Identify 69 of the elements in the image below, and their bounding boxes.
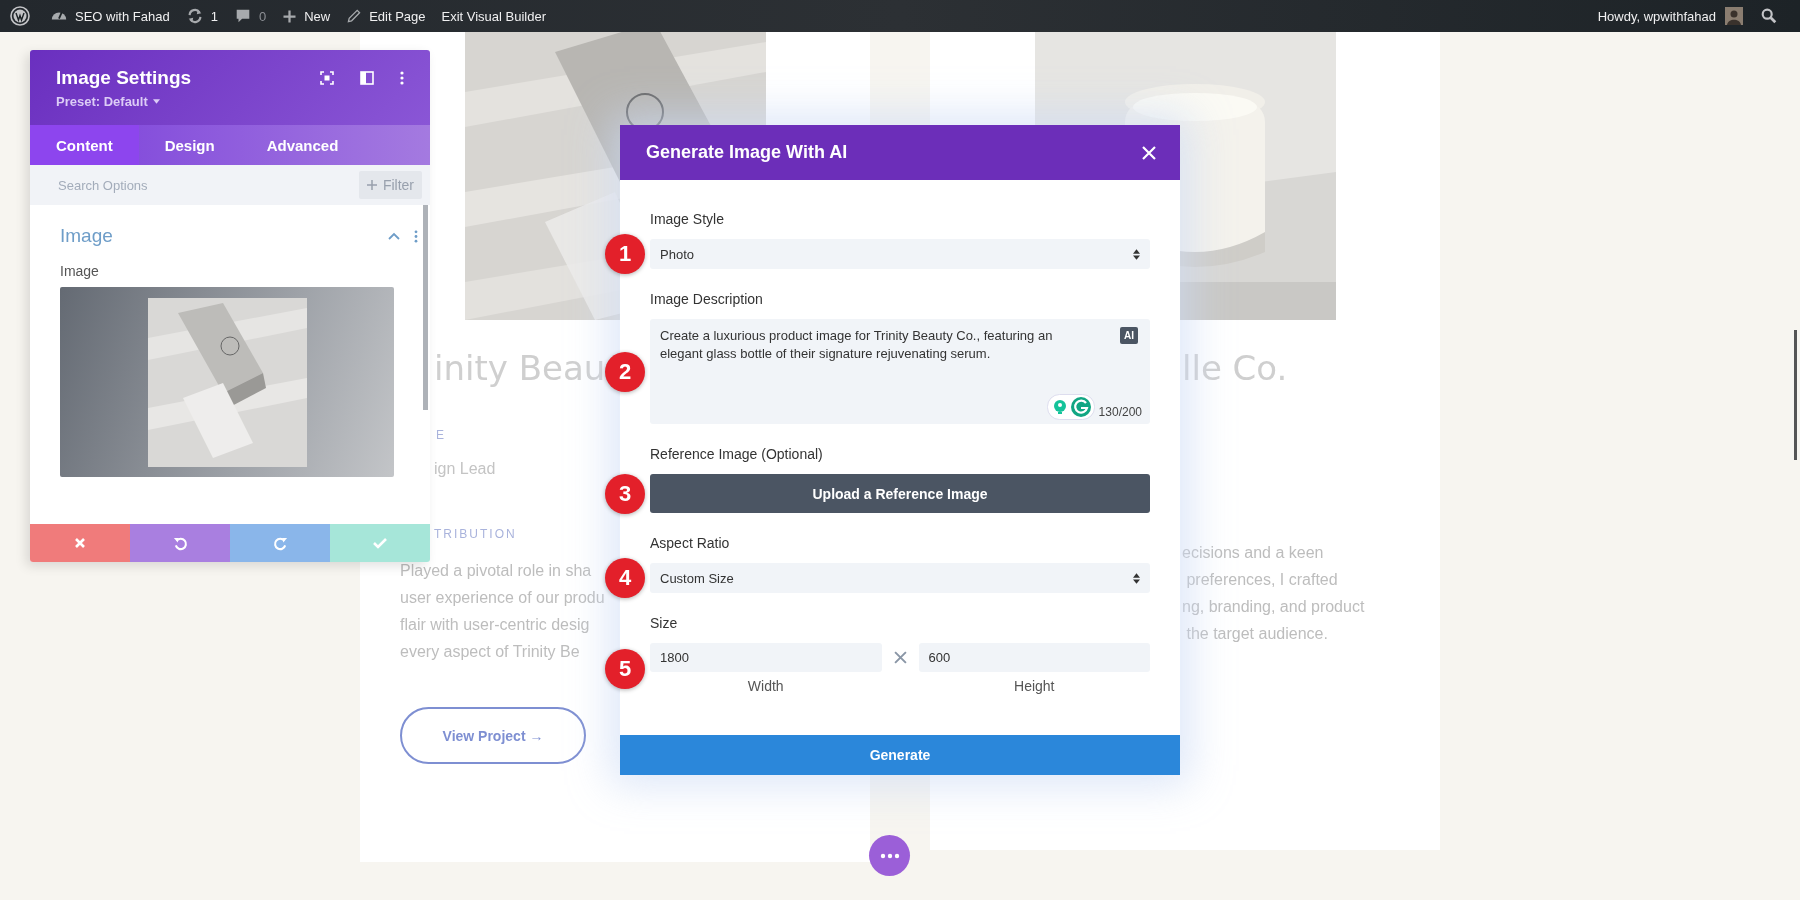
character-counter: 130/200 [1098,404,1142,420]
step-marker: 4 [605,558,645,598]
paragraph-line: ecisions and a keen [1182,543,1324,563]
avatar-icon[interactable] [1725,7,1743,25]
project-label: E [436,427,446,443]
field-label: Size [650,614,679,633]
step-marker: 2 [605,351,645,392]
upload-button[interactable]: Upload a Reference Image [650,474,1150,513]
preset-dropdown[interactable]: Preset: Default [56,94,160,109]
caret-icon [152,99,160,104]
more-icon[interactable] [414,229,418,243]
paragraph-line: the target audience. [1185,624,1328,644]
height-field[interactable]: 600 [918,643,1150,672]
panel-tab[interactable]: Advanced [240,125,365,165]
generate-button[interactable]: Generate [620,735,1180,775]
paragraph-line: user experience of our produ [400,588,605,608]
field-caption: Height [1014,678,1055,694]
sidebar-icon[interactable] [360,71,374,85]
assistant-icon[interactable] [1046,394,1095,420]
pencil-icon [346,8,363,24]
paragraph-line: Played a pivotal role in sha [400,561,592,581]
undo-icon [172,535,188,551]
width-field[interactable]: 1800 [650,643,882,672]
modal-title: Generate Image With AI [646,142,848,163]
plus-icon [282,8,298,24]
field-label: Image [60,263,100,279]
sort-arrows-icon [1133,572,1140,584]
redo-icon [272,535,288,551]
step-marker: 1 [605,234,645,274]
admin-bar-link[interactable]: 1 [185,7,218,25]
account-link[interactable]: Howdy, wpwithfahad [1597,8,1716,24]
wordpress-icon[interactable] [10,6,30,26]
step-marker: 3 [605,473,645,514]
close-icon [1142,145,1156,160]
field-label: Aspect Ratio [650,534,731,553]
image-preview[interactable] [60,287,394,477]
field-caption: Width [747,678,784,694]
chevron-up-icon[interactable] [388,232,400,240]
plus-icon [366,180,377,190]
field-label: Image Description [650,290,764,309]
panel-tab[interactable]: Design [138,125,241,165]
multiply-icon [893,651,907,664]
close-icon [74,537,86,549]
sort-arrows-icon [1133,248,1140,260]
search-icon[interactable] [1760,7,1778,25]
more-button[interactable] [869,835,910,876]
dots-icon [879,852,900,859]
paragraph-line: flair with user-centric desig [400,615,590,635]
admin-bar-link[interactable]: New [282,8,331,24]
ai-badge[interactable]: AI [1120,327,1138,344]
scrollbar-thumb[interactable] [1794,330,1797,460]
scrollbar-thumb[interactable] [423,205,428,410]
admin-bar-link[interactable]: Edit Page [346,8,426,24]
field-label: Image Style [650,210,725,229]
admin-bar-link[interactable]: Exit Visual Builder [441,8,547,24]
more-icon[interactable] [400,71,404,85]
field-label: Reference Image (Optional) [650,445,824,464]
focus-icon[interactable] [320,71,334,85]
check-icon [373,537,387,549]
description-field[interactable]: Create a luxurious product image for Trinity Beauty Co., featuring an elegant glass bottle of their signature rejuvenating serum. AI 130/200 [650,319,1150,424]
section-label: TRIBUTION [434,526,517,542]
step-marker: 5 [605,648,645,689]
admin-bar-link[interactable]: SEO with Fahad [50,7,170,25]
select-field[interactable]: Photo [650,239,1150,269]
project-role: ign Lead [434,459,496,479]
paragraph-line: every aspect of Trinity Be [400,642,580,662]
panel-title: Image Settings [56,67,192,89]
select-field[interactable]: Custom Size [650,563,1150,593]
panel-tab[interactable]: Content [30,125,139,165]
